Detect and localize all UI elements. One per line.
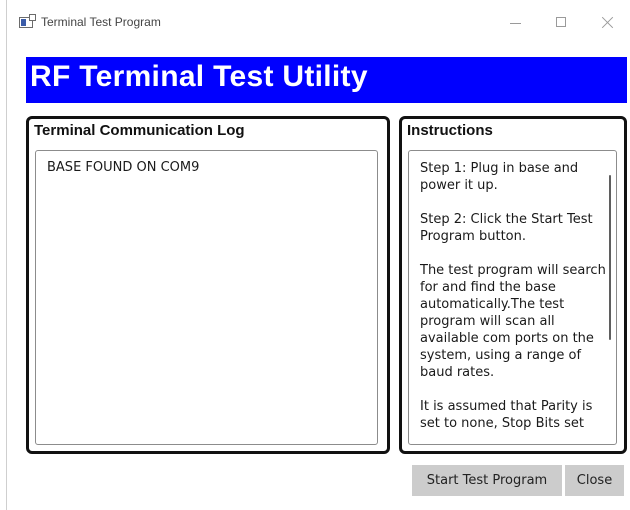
instruction-paragraph: Step 2: Click the Start Test Program but… <box>420 212 593 244</box>
instruction-paragraph: Step 1: Plug in base and power it up. <box>420 161 579 193</box>
close-icon <box>602 15 614 29</box>
log-line: BASE FOUND ON COM9 <box>47 160 200 175</box>
app-window-icon <box>19 14 36 28</box>
instructions-textbox[interactable]: Step 1: Plug in base and power it up. St… <box>408 150 617 445</box>
minimize-button[interactable] <box>493 0 539 46</box>
close-button[interactable]: Close <box>565 465 624 496</box>
communication-log-panel: Terminal Communication Log BASE FOUND ON… <box>26 116 390 454</box>
window-title: Terminal Test Program <box>41 15 161 29</box>
instruction-paragraph: It is assumed that Parity is set to none… <box>420 399 593 431</box>
title-banner: RF Terminal Test Utility <box>26 57 627 103</box>
window-controls <box>493 0 630 46</box>
instructions-text: Step 1: Plug in base and power it up. St… <box>420 160 610 444</box>
instructions-heading: Instructions <box>407 122 493 139</box>
title-bar[interactable]: Terminal Test Program <box>7 0 630 46</box>
app-window: Terminal Test Program RF Terminal Test U… <box>6 0 630 510</box>
instructions-panel: Instructions Step 1: Plug in base and po… <box>399 116 627 454</box>
instruction-paragraph: The test program will search for and fin… <box>420 263 606 380</box>
log-textbox[interactable]: BASE FOUND ON COM9 <box>35 150 378 445</box>
maximize-icon <box>556 17 566 27</box>
scrollbar-thumb[interactable] <box>609 175 611 340</box>
banner-title: RF Terminal Test Utility <box>30 60 368 93</box>
maximize-button[interactable] <box>539 0 585 46</box>
window-close-button[interactable] <box>585 0 630 46</box>
log-heading: Terminal Communication Log <box>34 122 245 139</box>
start-test-program-button[interactable]: Start Test Program <box>412 465 562 496</box>
minimize-icon <box>510 23 521 24</box>
